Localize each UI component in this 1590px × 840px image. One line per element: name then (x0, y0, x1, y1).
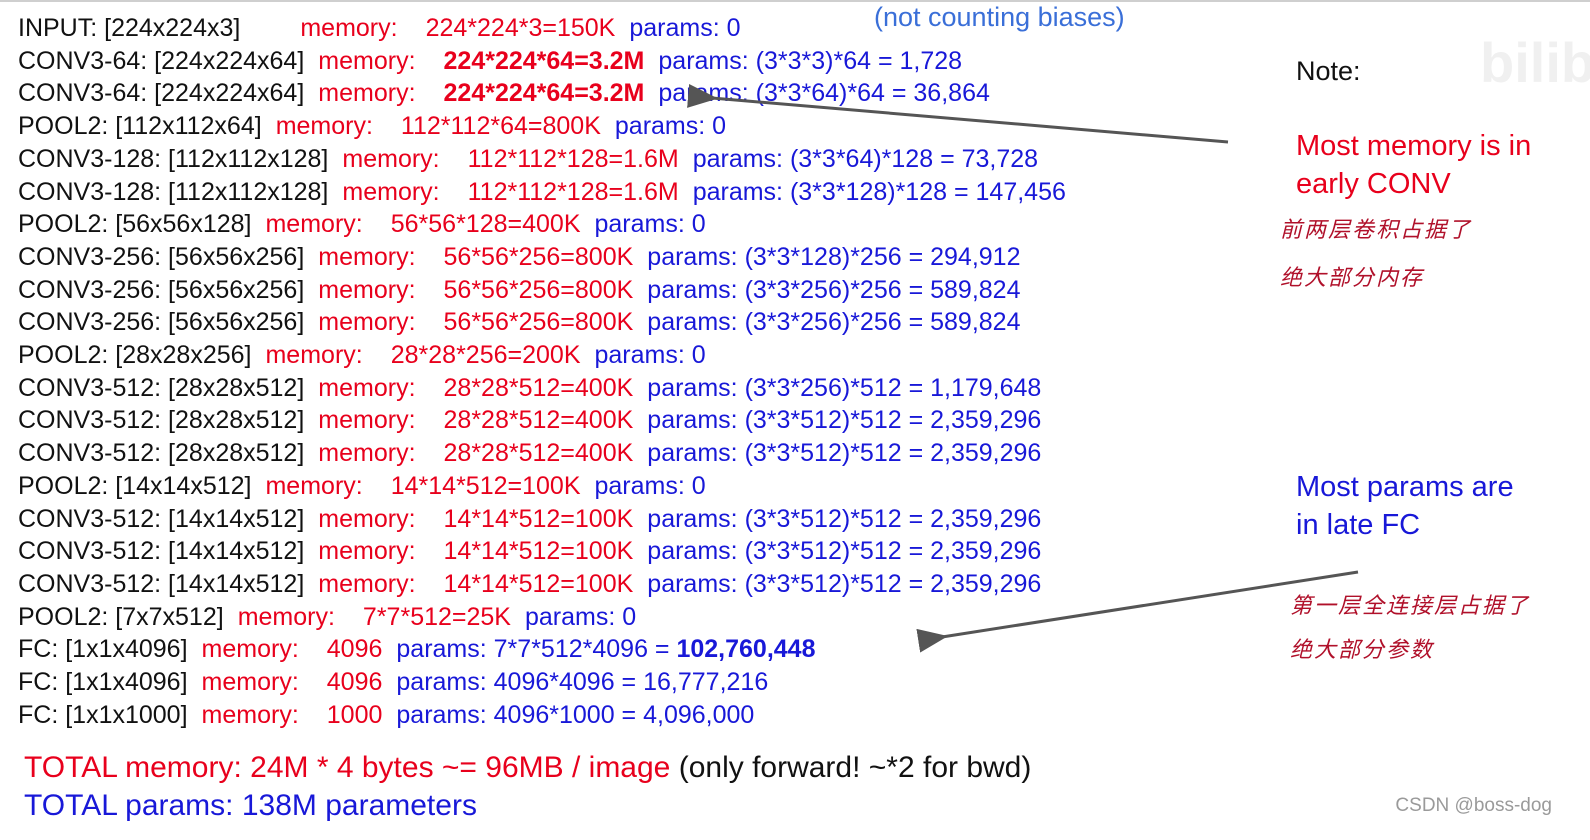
total-memory: TOTAL memory: 24M * 4 bytes ~= 96MB / im… (24, 751, 1031, 785)
total-params: TOTAL params: 138M parameters (24, 789, 477, 822)
memory-handwritten-line-1: 前两层卷积占据了 (1280, 218, 1473, 243)
total-memory-text: TOTAL memory: 24M * 4 bytes ~= 96MB / im… (24, 751, 671, 784)
params-handwritten-line-2: 绝大部分参数 (1290, 638, 1435, 663)
memory-handwritten-line-2: 绝大部分内存 (1280, 266, 1425, 291)
arrows (687, 84, 1359, 653)
memory-note-line-1: Most memory is in (1296, 130, 1532, 162)
total-memory-suffix: (only forward! ~*2 for bwd) (670, 751, 1032, 784)
csdn-watermark: CSDN @boss-dog (1395, 795, 1552, 816)
params-handwritten-line-1: 第一层全连接层占据了 (1290, 594, 1531, 619)
params-note-line-2: in late FC (1296, 509, 1421, 541)
note-label: Note: (1296, 56, 1361, 86)
memory-arrow (687, 84, 1229, 144)
params-note-line-1: Most params are (1296, 471, 1514, 503)
memory-note-line-2: early CONV (1296, 168, 1451, 200)
